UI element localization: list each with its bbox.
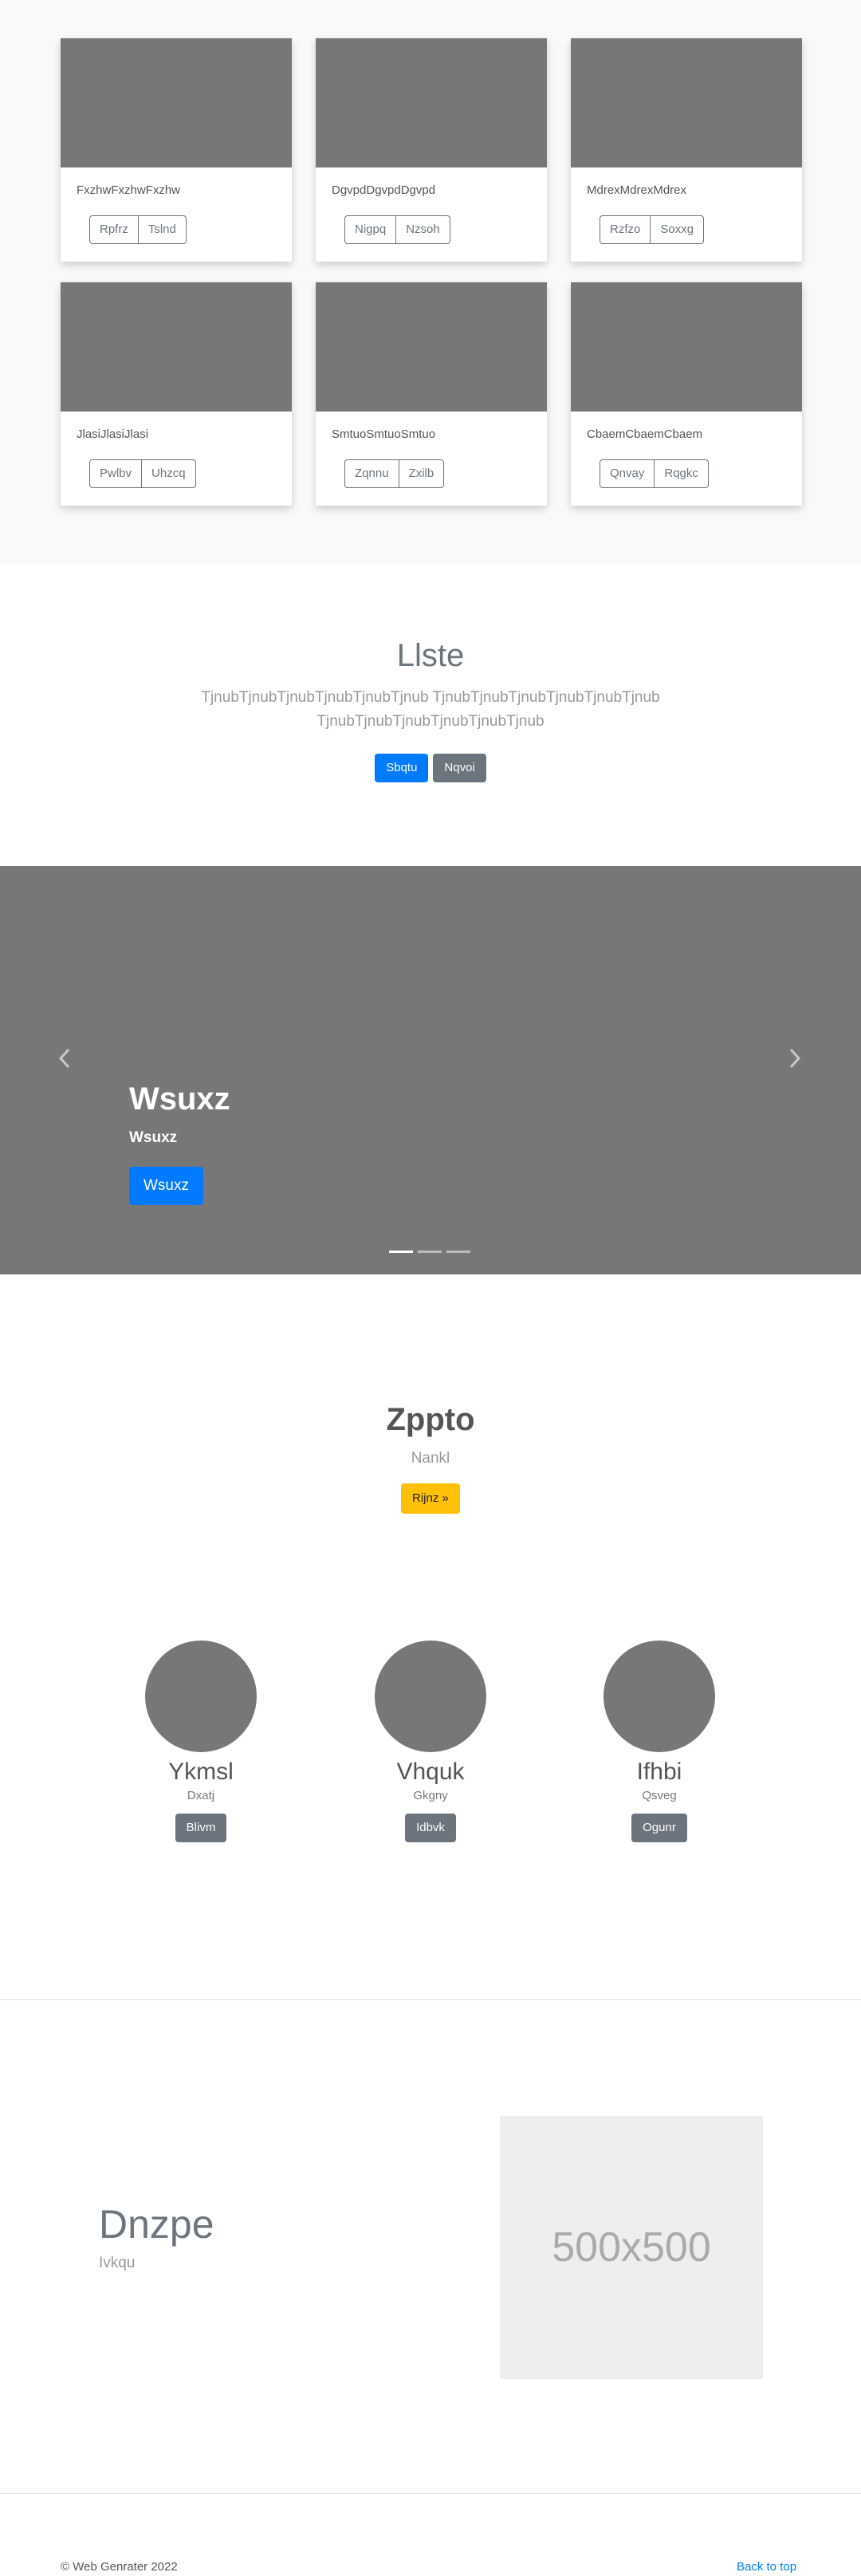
card-thumbnail	[316, 38, 547, 167]
card-button-group: Pwlbv Uhzcq	[89, 459, 196, 488]
card-thumbnail	[61, 282, 292, 412]
card-edit-button[interactable]: Tslnd	[138, 215, 187, 244]
jumbotron-section: Llste TjnubTjnubTjnubTjnubTjnubTjnub Tjn…	[0, 565, 861, 866]
card-thumbnail	[61, 38, 292, 167]
chevron-left-icon[interactable]	[53, 1048, 77, 1072]
card-edit-button[interactable]: Nzsoh	[396, 215, 450, 244]
carousel-indicator[interactable]	[389, 1251, 413, 1253]
album-card: SmtuoSmtuoSmtuo Zqnnu Zxilb	[316, 282, 547, 506]
card-button-group: Rzfzo Soxxg	[600, 215, 705, 244]
circle-feature-title: Ykmsl	[168, 1759, 234, 1785]
feature-title: Zppto	[386, 1402, 475, 1437]
featurette-image-placeholder: 500x500	[500, 2116, 763, 2379]
section-divider	[0, 2493, 861, 2494]
circle-feature: Ykmsl Dxatj Blivm	[105, 1641, 297, 1842]
album-card: MdrexMdrexMdrex Rzfzo Soxxg	[571, 38, 802, 262]
card-thumbnail	[316, 282, 547, 412]
carousel-indicators	[389, 1251, 470, 1253]
card-button-group: Zqnnu Zxilb	[344, 459, 445, 488]
card-view-button[interactable]: Pwlbv	[89, 459, 143, 488]
card-edit-button[interactable]: Zxilb	[399, 459, 445, 488]
album-card: JlasiJlasiJlasi Pwlbv Uhzcq	[61, 282, 292, 506]
album-card: CbaemCbaemCbaem Qnvay Rqgkc	[571, 282, 802, 506]
featurette-title: Dnzpe	[99, 2202, 214, 2247]
featurette-subtitle: Ivkqu	[99, 2255, 136, 2271]
card-thumbnail	[571, 38, 802, 167]
card-edit-button[interactable]: Soxxg	[651, 215, 705, 244]
circle-feature-title: Vhquk	[396, 1759, 465, 1785]
jumbotron-secondary-button[interactable]: Nqvoi	[433, 754, 486, 782]
card-button-group: Rpfrz Tslnd	[89, 215, 187, 244]
card-view-button[interactable]: Nigpq	[344, 215, 397, 244]
card-thumbnail	[571, 282, 802, 412]
album-card: DgvpdDgvpdDgvpd Nigpq Nzsoh	[316, 38, 547, 262]
back-to-top-link[interactable]: Back to top	[737, 2560, 796, 2574]
circle-image	[375, 1641, 486, 1752]
card-view-button[interactable]: Zqnnu	[344, 459, 399, 488]
carousel-indicator[interactable]	[418, 1251, 442, 1253]
circle-feature: Vhquk Gkgny Idbvk	[335, 1641, 526, 1842]
circle-feature-text: Qsveg	[642, 1789, 677, 1802]
carousel: Wsuxz Wsuxz Wsuxz	[0, 866, 861, 1274]
circle-feature-text: Dxatj	[187, 1789, 215, 1802]
circle-feature-button[interactable]: Ogunr	[631, 1814, 687, 1842]
carousel-slide-title: Wsuxz	[129, 1081, 230, 1117]
circle-feature-text: Gkgny	[413, 1789, 448, 1802]
jumbotron-title: Llste	[396, 638, 465, 673]
carousel-slide-subtitle: Wsuxz	[129, 1129, 178, 1146]
card-caption: MdrexMdrexMdrex	[587, 183, 687, 197]
circle-feature-button[interactable]: Idbvk	[405, 1814, 456, 1842]
circle-feature-button[interactable]: Blivm	[175, 1814, 227, 1842]
circle-image	[145, 1641, 257, 1752]
album-card: FxzhwFxzhwFxzhw Rpfrz Tslnd	[61, 38, 292, 262]
card-caption: FxzhwFxzhwFxzhw	[77, 183, 181, 197]
card-caption: SmtuoSmtuoSmtuo	[332, 427, 436, 441]
feature-subtitle: Nankl	[411, 1450, 450, 1467]
circle-feature: Ifhbi Qsveg Ogunr	[564, 1641, 755, 1842]
album-section: FxzhwFxzhwFxzhw Rpfrz Tslnd DgvpdDgvpdDg…	[0, 0, 861, 565]
carousel-slide-button[interactable]: Wsuxz	[129, 1167, 203, 1205]
card-view-button[interactable]: Rzfzo	[600, 215, 651, 244]
card-caption: DgvpdDgvpdDgvpd	[332, 183, 436, 197]
jumbotron-actions: Sbqtu Nqvoi	[0, 754, 861, 782]
card-button-group: Nigpq Nzsoh	[344, 215, 450, 244]
feature-cta-button[interactable]: Rijnz »	[401, 1483, 460, 1514]
chevron-right-icon[interactable]	[783, 1048, 807, 1072]
card-view-button[interactable]: Qnvay	[600, 459, 655, 488]
circle-image	[603, 1641, 715, 1752]
card-caption: JlasiJlasiJlasi	[77, 427, 149, 441]
jumbotron-primary-button[interactable]: Sbqtu	[375, 754, 429, 782]
card-caption: CbaemCbaemCbaem	[587, 427, 703, 441]
card-view-button[interactable]: Rpfrz	[89, 215, 139, 244]
card-edit-button[interactable]: Rqgkc	[655, 459, 709, 488]
footer-copyright: © Web Genrater 2022	[61, 2560, 178, 2574]
carousel-indicator[interactable]	[446, 1251, 470, 1253]
section-divider	[0, 1999, 861, 2000]
card-button-group: Qnvay Rqgkc	[600, 459, 709, 488]
card-edit-button[interactable]: Uhzcq	[142, 459, 196, 488]
circle-feature-title: Ifhbi	[636, 1759, 682, 1785]
jumbotron-text: TjnubTjnubTjnubTjnubTjnubTjnub TjnubTjnu…	[201, 689, 660, 730]
